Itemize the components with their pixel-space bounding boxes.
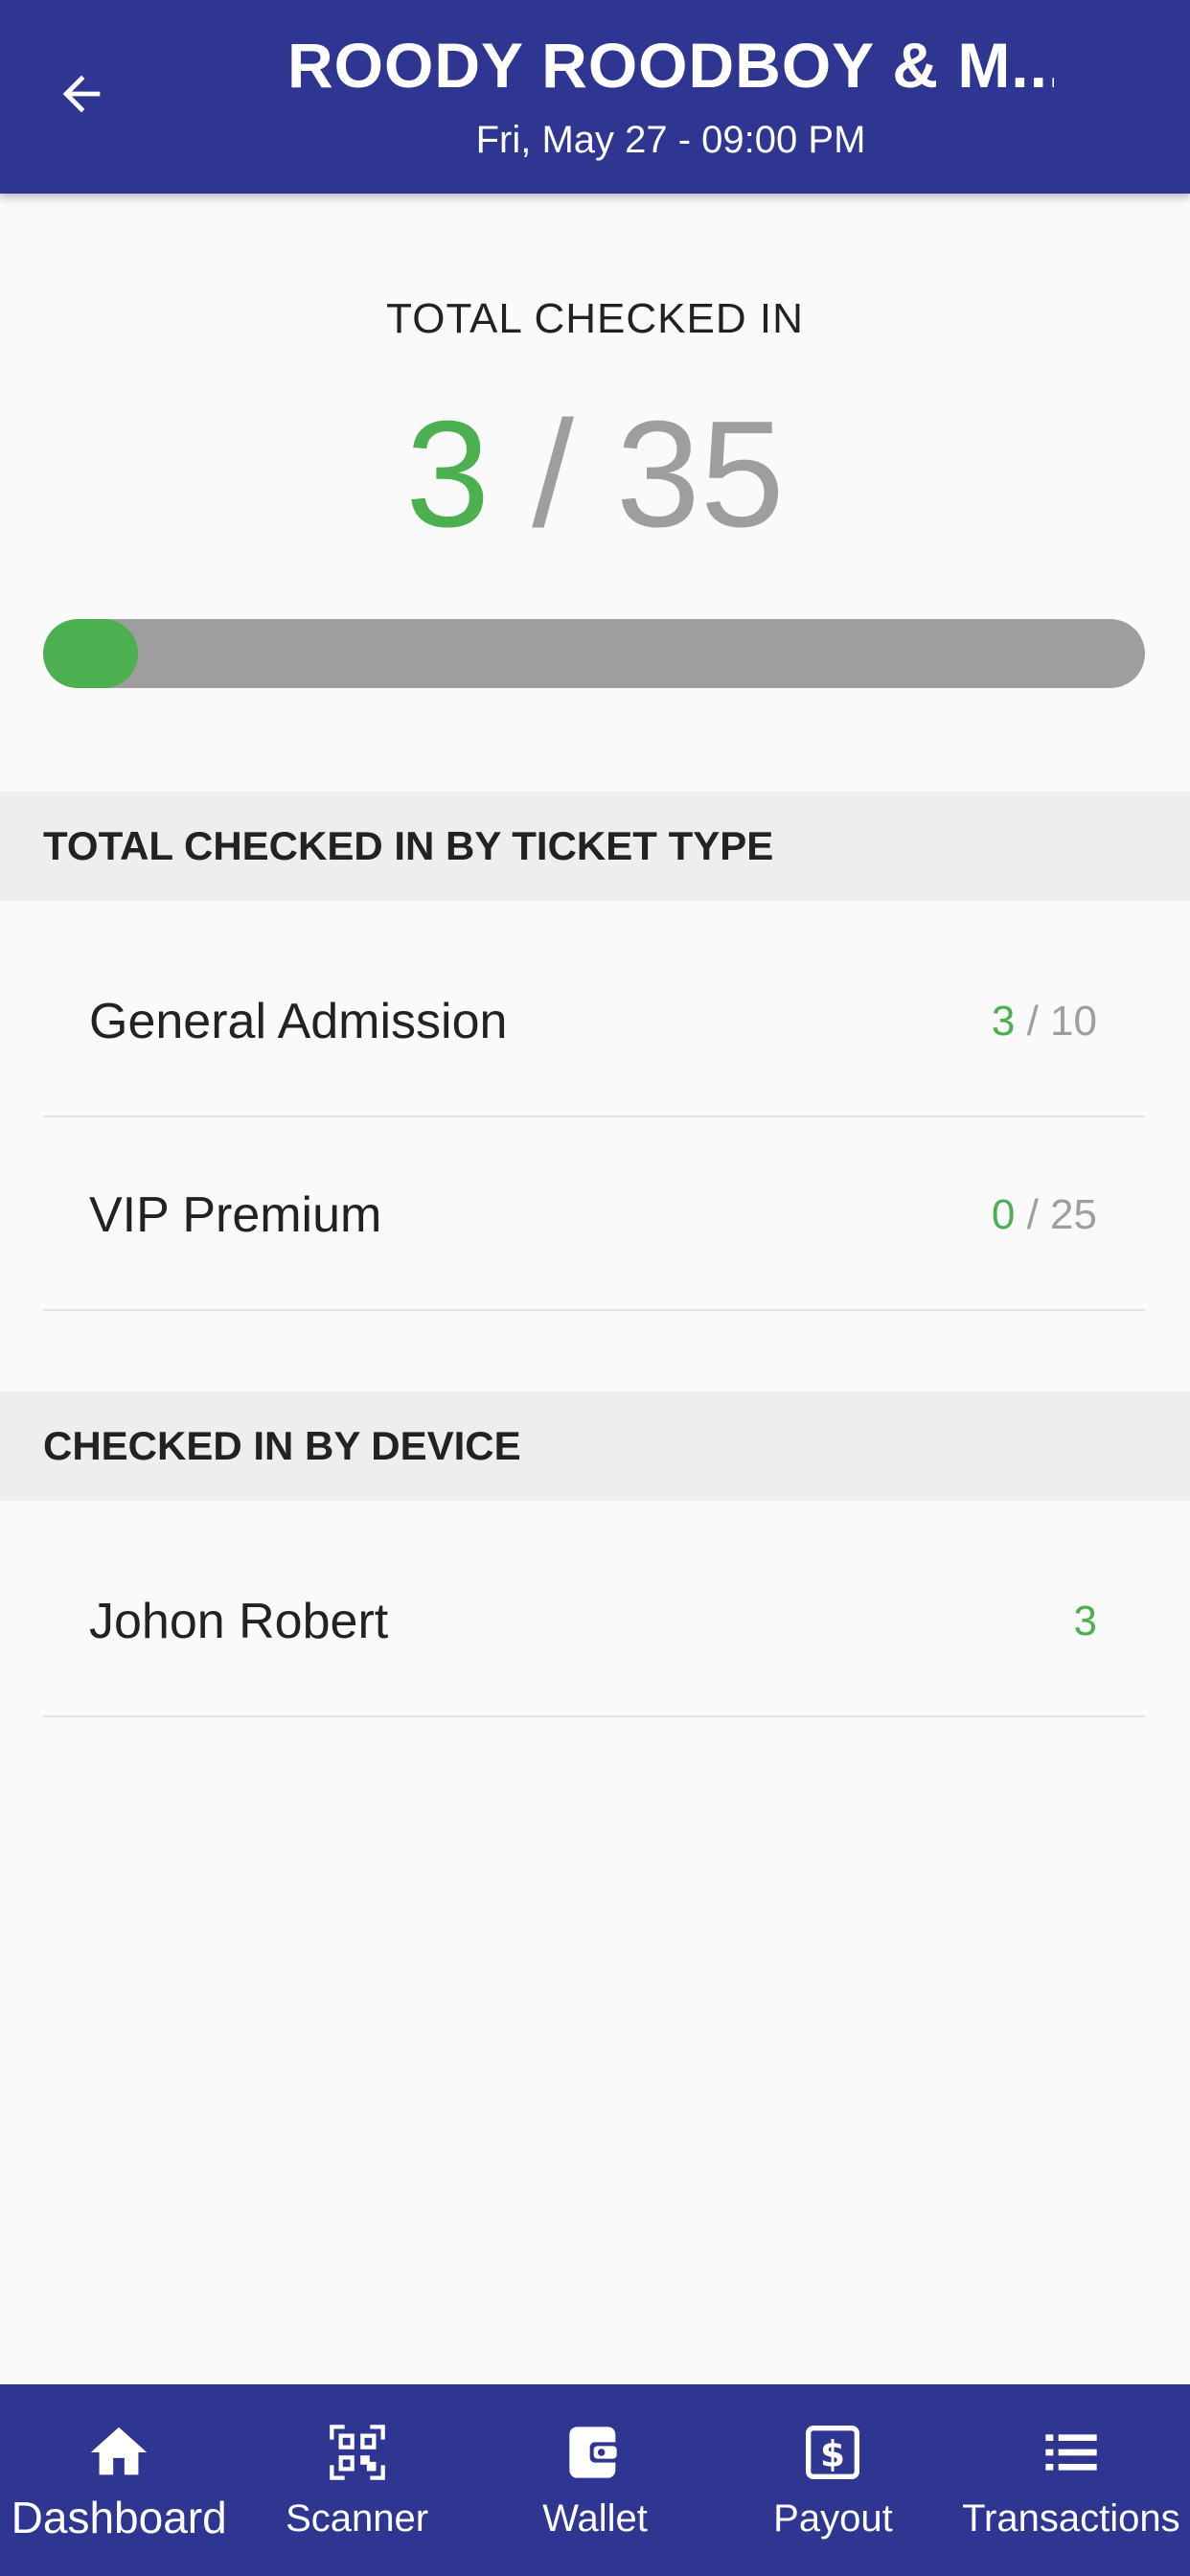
ticket-type-section-header: TOTAL CHECKED IN BY TICKET TYPE — [0, 792, 1190, 901]
list-icon — [1036, 2417, 1107, 2488]
nav-label: Dashboard — [11, 2493, 227, 2542]
arrow-left-icon — [54, 66, 109, 126]
ticket-count-separator: / — [1015, 998, 1051, 1045]
nav-dashboard[interactable]: Dashboard — [0, 2384, 238, 2576]
ticket-type-row[interactable]: VIP Premium 0 / 25 — [43, 1119, 1145, 1311]
bottom-navigation-bar: Dashboard Scanner Wallet $ Payout Transa… — [0, 2384, 1190, 2576]
event-checkin-screen: ROODY ROODBOY & M... Fri, May 27 - 09:00… — [0, 0, 1190, 2576]
ticket-total-value: 10 — [1050, 998, 1097, 1045]
total-capacity-value: 35 — [615, 390, 785, 559]
event-date: Fri, May 27 - 09:00 PM — [475, 119, 866, 161]
device-checkin-count: 3 — [1073, 1598, 1097, 1644]
nav-label: Scanner — [286, 2497, 429, 2540]
device-name: Johon Robert — [89, 1594, 389, 1649]
device-row[interactable]: Johon Robert 3 — [43, 1526, 1145, 1717]
nav-label: Wallet — [542, 2497, 648, 2540]
nav-transactions[interactable]: Transactions — [952, 2384, 1190, 2576]
ticket-type-label: General Admission — [89, 994, 508, 1049]
ticket-checked-value: 3 — [991, 998, 1016, 1045]
device-section-header: CHECKED IN BY DEVICE — [0, 1392, 1190, 1501]
dollar-bill-icon: $ — [797, 2417, 868, 2488]
nav-label: Transactions — [962, 2497, 1180, 2540]
qr-code-icon — [322, 2417, 393, 2488]
ticket-type-count: 3 / 10 — [992, 926, 1097, 1117]
ticket-type-count: 0 / 25 — [992, 1119, 1097, 1311]
nav-label: Payout — [773, 2497, 893, 2540]
event-title: ROODY ROODBOY & M... — [287, 30, 1054, 101]
ticket-count-separator: / — [1015, 1191, 1051, 1238]
ticket-type-row[interactable]: General Admission 3 / 10 — [43, 926, 1145, 1117]
ticket-checked-value: 0 — [991, 1191, 1016, 1238]
checkin-progress-bar — [43, 619, 1145, 688]
total-checked-in-label: TOTAL CHECKED IN — [386, 295, 804, 342]
checked-in-value: 3 — [405, 390, 491, 559]
nav-wallet[interactable]: Wallet — [476, 2384, 714, 2576]
nav-scanner[interactable]: Scanner — [238, 2384, 475, 2576]
app-header: ROODY ROODBOY & M... Fri, May 27 - 09:00… — [0, 0, 1190, 194]
ticket-type-label: VIP Premium — [89, 1187, 382, 1243]
count-separator: / — [490, 390, 616, 559]
home-icon — [83, 2417, 154, 2488]
back-button[interactable] — [38, 50, 125, 142]
wallet-icon — [560, 2417, 630, 2488]
nav-payout[interactable]: $ Payout — [714, 2384, 951, 2576]
svg-text:$: $ — [820, 2433, 845, 2475]
ticket-total-value: 25 — [1050, 1191, 1097, 1238]
checkin-progress-fill — [43, 619, 138, 688]
total-checked-in-count: 3 / 35 — [0, 393, 1190, 556]
